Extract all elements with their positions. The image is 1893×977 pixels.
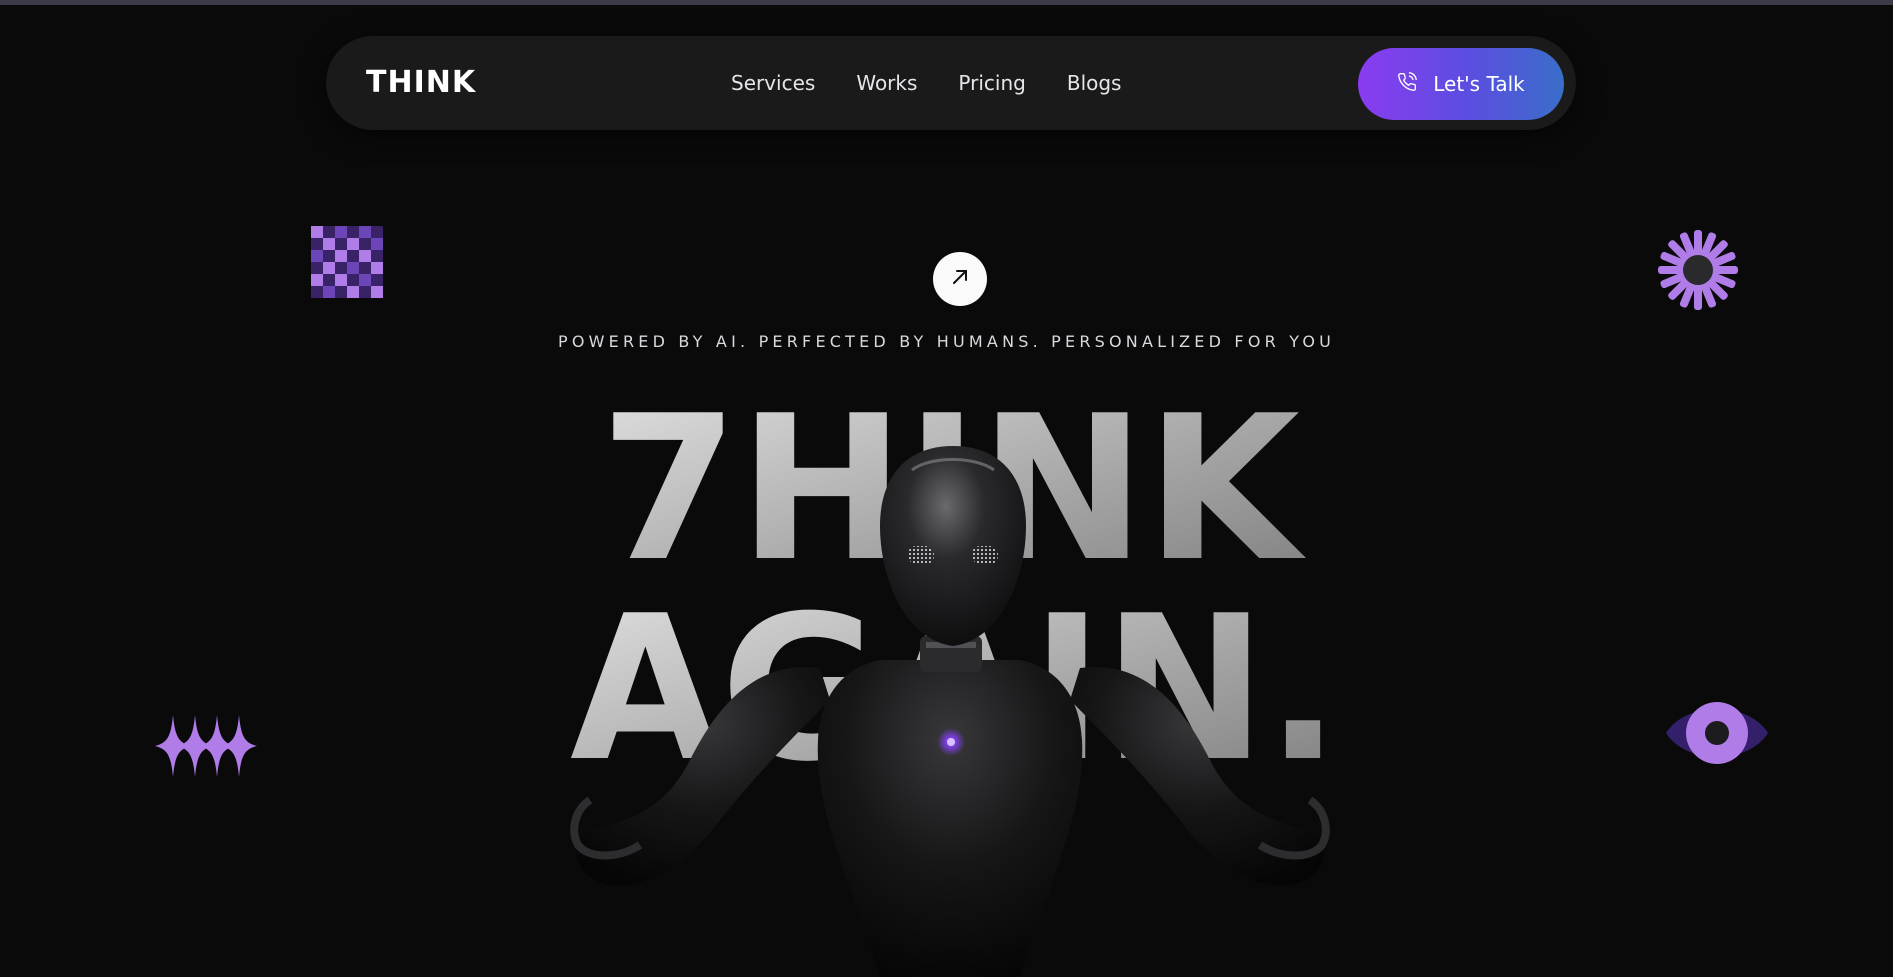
phone-icon: [1397, 72, 1418, 96]
browser-top-edge: [0, 0, 1893, 5]
sunburst-icon: [1658, 230, 1738, 314]
nav-link-pricing[interactable]: Pricing: [958, 71, 1025, 95]
hero-tagline: POWERED BY AI. PERFECTED BY HUMANS. PERS…: [557, 332, 1336, 351]
lets-talk-button[interactable]: Let's Talk: [1358, 48, 1564, 120]
logo[interactable]: THINK: [366, 68, 476, 98]
arrow-up-right-icon: [950, 267, 970, 291]
lets-talk-label: Let's Talk: [1433, 72, 1525, 96]
nav-link-works[interactable]: Works: [856, 71, 917, 95]
navbar: THINK Services Works Pricing Blogs Let's…: [326, 36, 1576, 130]
nav-links: Services Works Pricing Blogs: [731, 36, 1121, 130]
nav-link-blogs[interactable]: Blogs: [1067, 71, 1122, 95]
hero-visual: 7HINK AGAIN.: [0, 380, 1893, 977]
checkerboard-icon: [311, 226, 383, 302]
nav-link-services[interactable]: Services: [731, 71, 815, 95]
hero-arrow-button[interactable]: [933, 252, 987, 306]
